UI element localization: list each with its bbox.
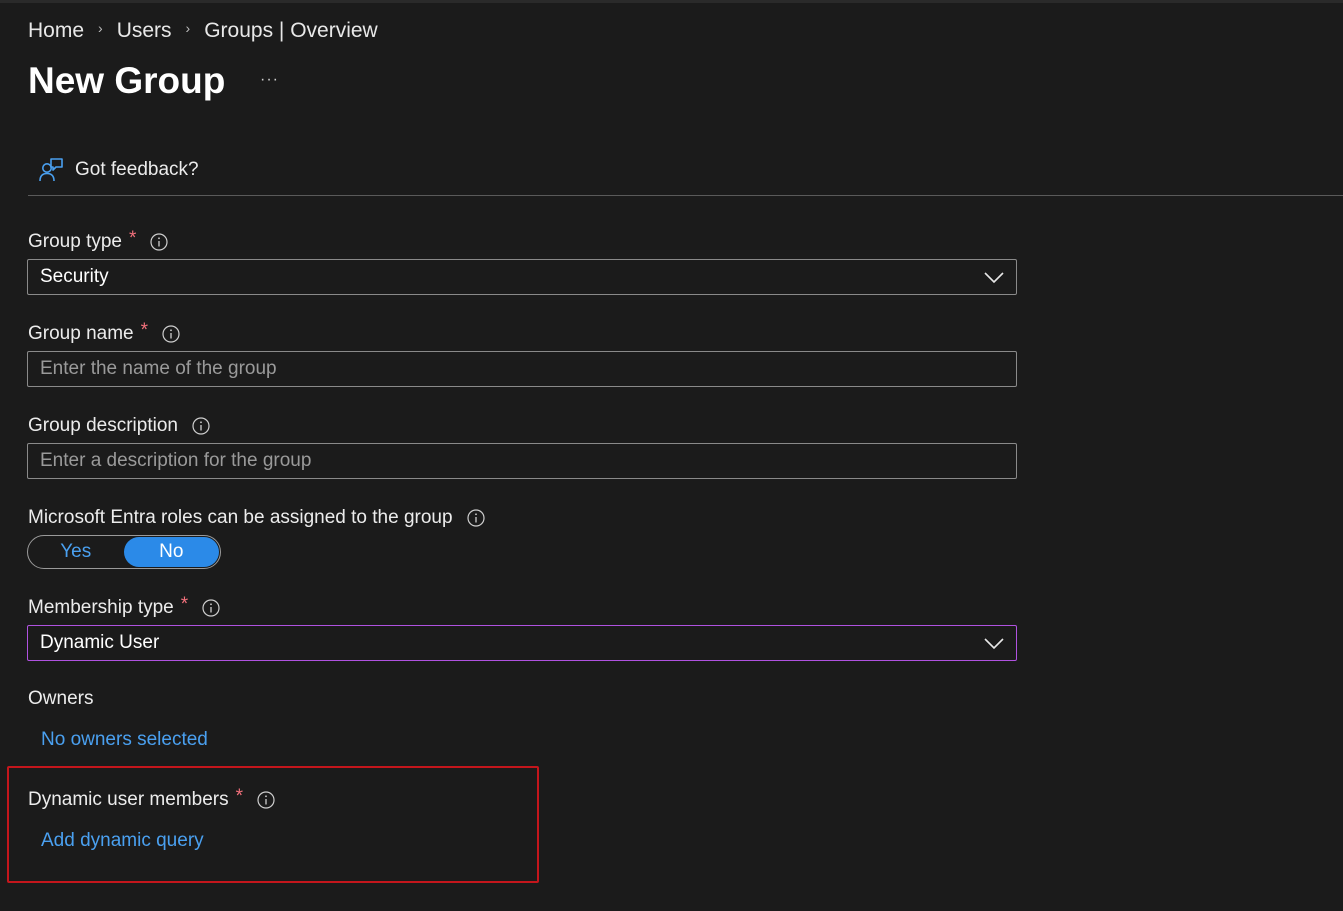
group-name-label: Group name *: [28, 320, 180, 347]
info-circle-icon[interactable]: [466, 509, 485, 527]
info-circle-icon[interactable]: [150, 233, 169, 251]
info-circle-icon[interactable]: [192, 417, 210, 435]
required-asterisk: *: [129, 228, 137, 249]
add-dynamic-query-link[interactable]: Add dynamic query: [41, 828, 204, 854]
membership-type-label: Membership type *: [28, 594, 220, 621]
breadcrumb-separator-icon: ›: [185, 20, 191, 36]
group-description-field[interactable]: [28, 444, 1016, 478]
group-type-dropdown[interactable]: Security: [27, 259, 1017, 295]
got-feedback-label: Got feedback?: [75, 159, 199, 180]
group-name-field-container: [27, 351, 1017, 387]
breadcrumb-groups-overview[interactable]: Groups | Overview: [204, 19, 378, 43]
membership-type-value: Dynamic User: [40, 632, 160, 653]
got-feedback-button[interactable]: Got feedback?: [38, 154, 199, 186]
dynamic-user-members-label-text: Dynamic user members: [28, 789, 229, 810]
more-ellipsis-icon[interactable]: ···: [260, 68, 284, 92]
chevron-down-icon: [984, 272, 1004, 284]
group-description-field-container: [27, 443, 1017, 479]
group-description-label-text: Group description: [28, 415, 178, 436]
info-circle-icon[interactable]: [202, 599, 220, 617]
required-asterisk: *: [180, 594, 189, 615]
toggle-option-yes[interactable]: Yes: [28, 537, 124, 567]
group-type-label-text: Group type: [28, 231, 122, 252]
group-type-label: Group type *: [28, 228, 169, 255]
toggle-option-no[interactable]: No: [123, 537, 219, 567]
group-name-label-text: Group name: [28, 323, 134, 344]
page-title: New Group: [28, 60, 226, 101]
membership-type-label-text: Membership type: [28, 597, 174, 618]
no-owners-selected-link[interactable]: No owners selected: [41, 727, 208, 753]
owners-label-text: Owners: [28, 688, 94, 709]
entra-roles-label: Microsoft Entra roles can be assigned to…: [28, 505, 485, 531]
owners-label: Owners: [28, 686, 93, 712]
group-name-field[interactable]: [28, 352, 1016, 386]
breadcrumb-separator-icon: ›: [98, 20, 103, 36]
command-bar-divider: [28, 195, 1343, 196]
entra-roles-toggle: Yes No: [27, 535, 221, 569]
breadcrumb: Home › Users › Groups | Overview: [28, 16, 378, 46]
entra-roles-label-text: Microsoft Entra roles can be assigned to…: [28, 507, 453, 528]
group-type-value: Security: [40, 266, 109, 287]
highlight-box: [7, 766, 539, 883]
info-circle-icon[interactable]: [162, 325, 180, 343]
group-description-label: Group description: [28, 413, 210, 439]
feedback-person-icon: [39, 158, 63, 182]
breadcrumb-users[interactable]: Users: [117, 19, 172, 43]
info-circle-icon[interactable]: [257, 791, 275, 809]
membership-type-dropdown[interactable]: Dynamic User: [27, 625, 1017, 661]
required-asterisk: *: [140, 320, 149, 341]
dynamic-user-members-label: Dynamic user members *: [28, 786, 275, 813]
required-asterisk: *: [235, 786, 244, 807]
chevron-down-icon: [984, 638, 1004, 650]
breadcrumb-home[interactable]: Home: [28, 19, 84, 43]
top-border: [0, 0, 1343, 3]
